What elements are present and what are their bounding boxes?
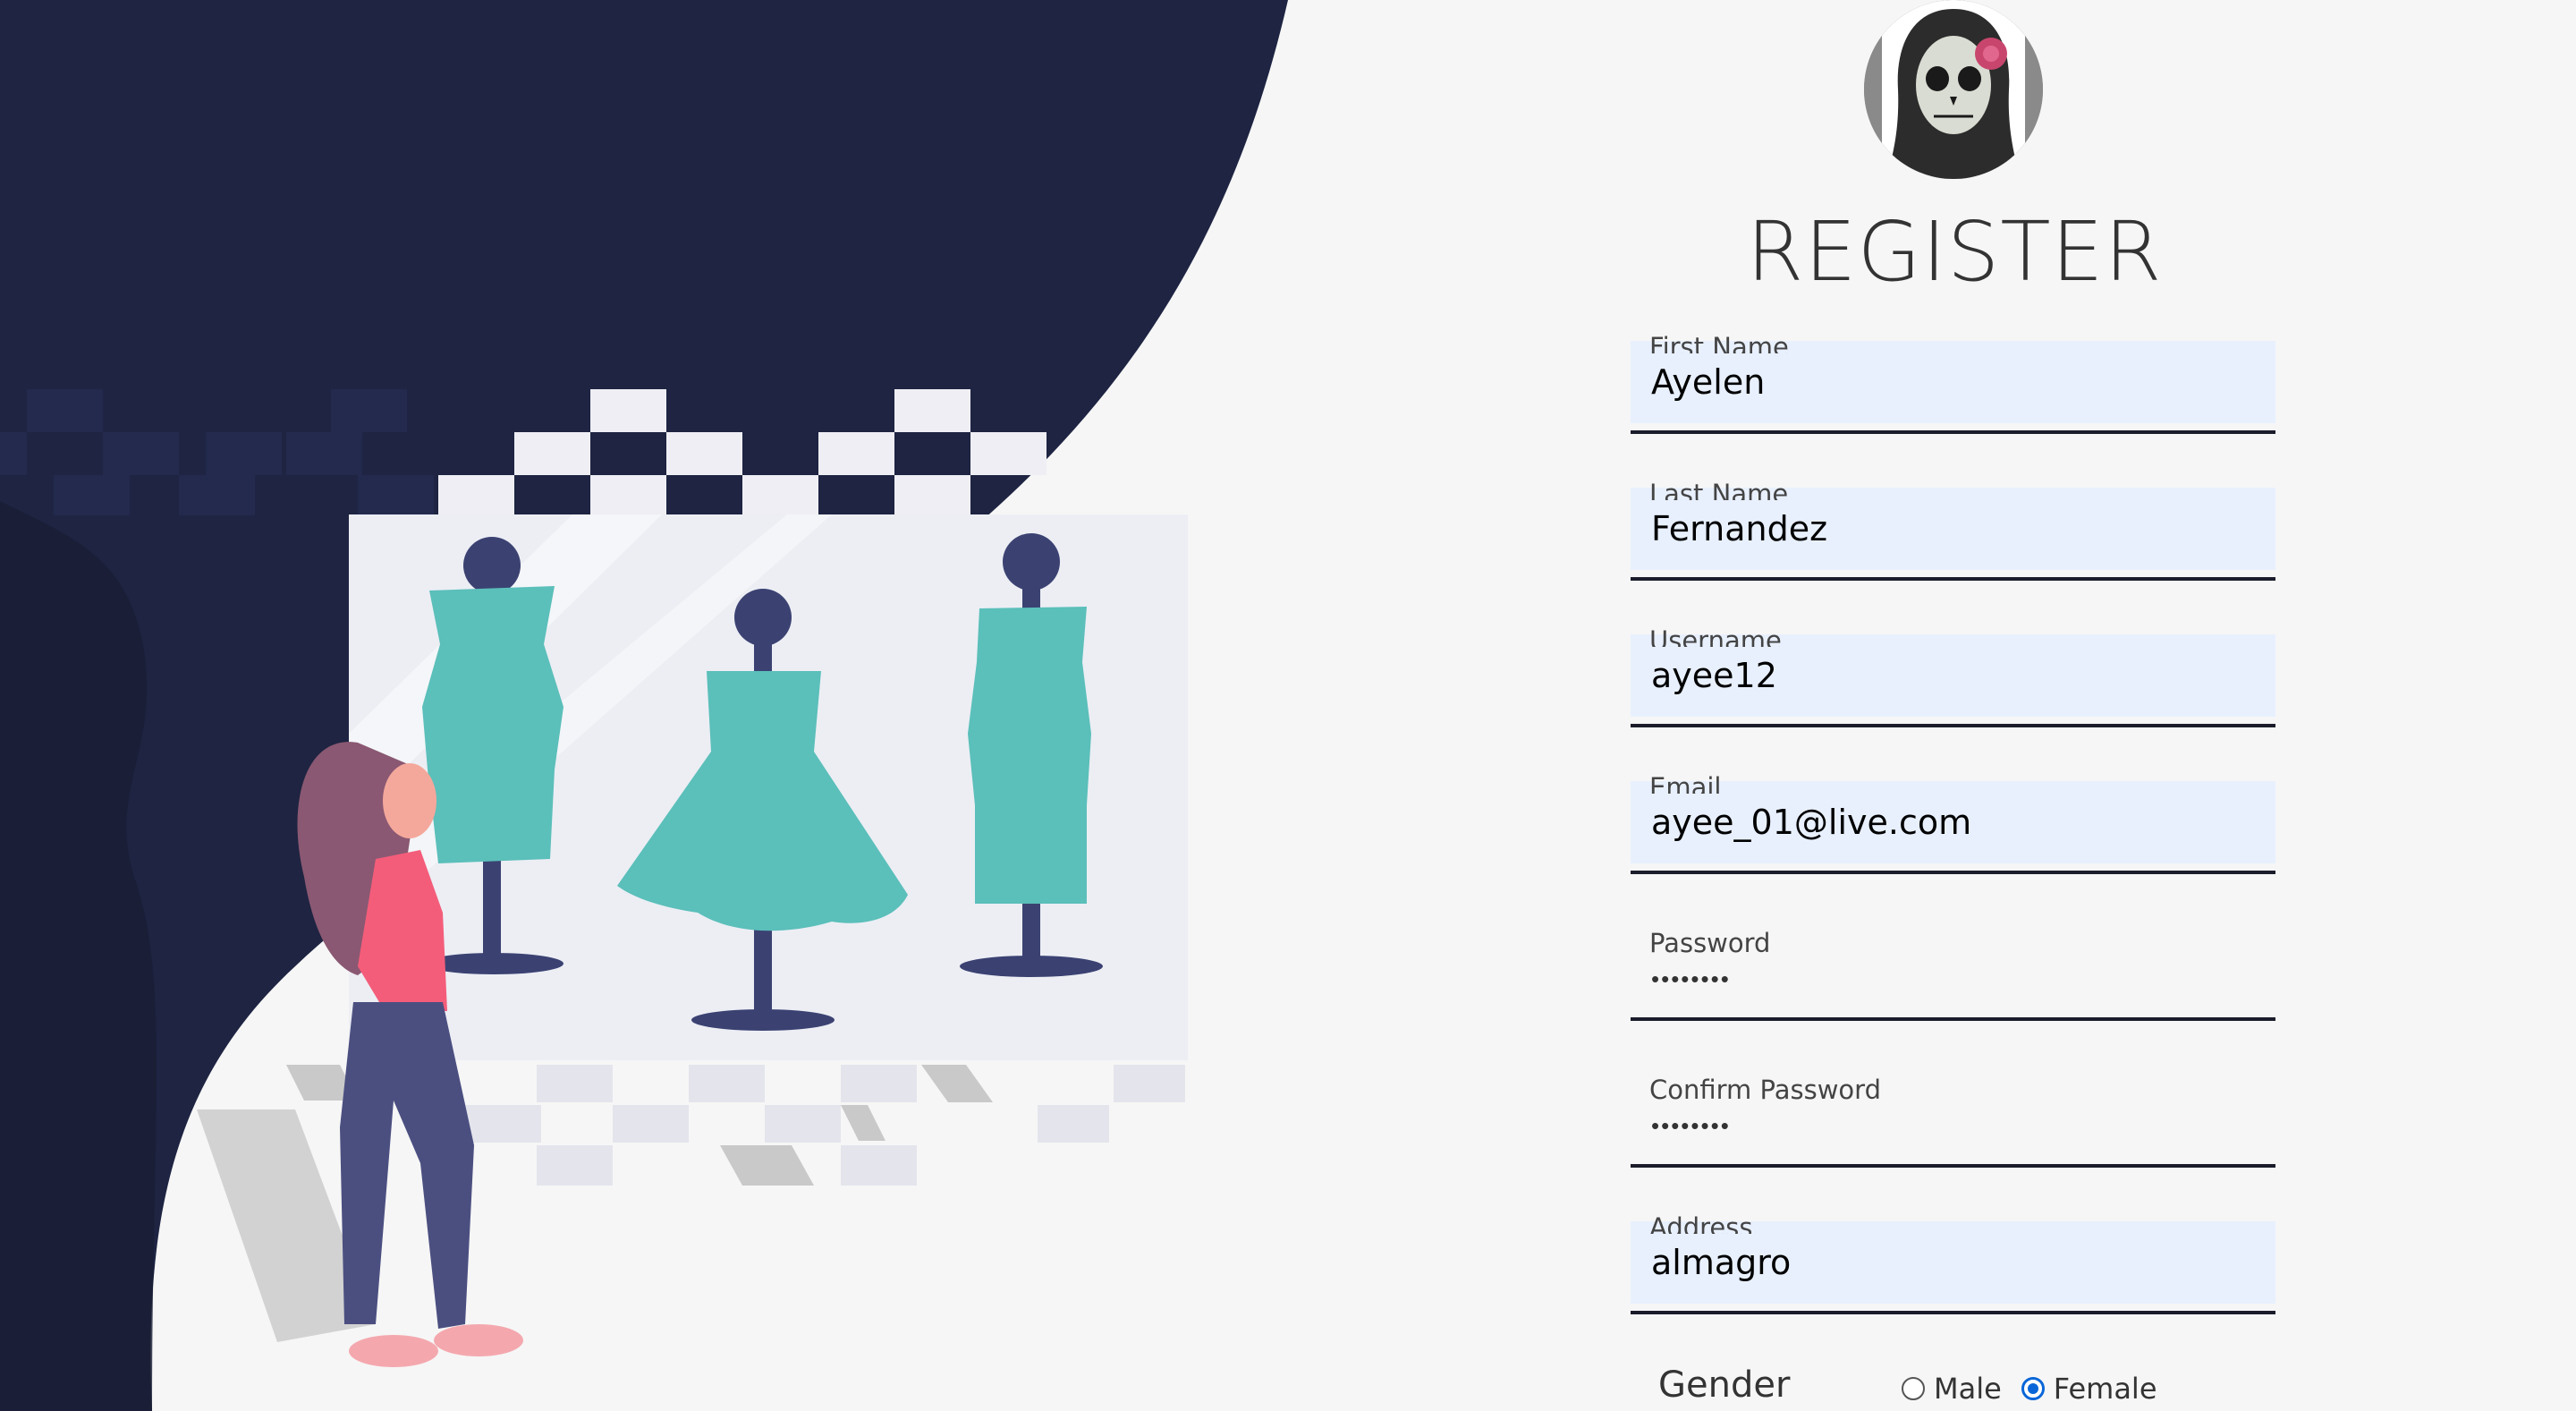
email-field[interactable]: Email ayee_01@live.com (1631, 772, 2275, 874)
first-name-label: First Name (1649, 332, 1789, 353)
username-field[interactable]: Username ayee12 (1631, 625, 2275, 727)
confirm-password-value[interactable]: •••••••• (1651, 1112, 1731, 1139)
avatar (1864, 0, 2043, 179)
last-name-value[interactable]: Fernandez (1651, 507, 1827, 550)
password-label: Password (1649, 928, 1771, 958)
address-value[interactable]: almagro (1651, 1241, 1791, 1284)
gender-female-label[interactable]: Female (2054, 1372, 2157, 1406)
address-label: Address (1649, 1212, 1753, 1234)
gender-label: Gender (1658, 1364, 1791, 1406)
first-name-value[interactable]: Ayelen (1651, 361, 1765, 404)
email-value[interactable]: ayee_01@live.com (1651, 801, 1971, 844)
gender-female-radio[interactable] (2021, 1377, 2045, 1400)
email-label: Email (1649, 772, 1722, 794)
gender-radio-group: Male Female (1902, 1372, 2177, 1406)
last-name-label: Last Name (1649, 479, 1789, 500)
page-title: REGISTER (1746, 204, 2163, 300)
sugar-skull-avatar-icon (1864, 0, 2043, 179)
confirm-password-label: Confirm Password (1649, 1075, 1881, 1105)
hero-illustration (0, 0, 1324, 1411)
first-name-field[interactable]: First Name Ayelen (1631, 332, 2275, 434)
confirm-password-field[interactable]: Confirm Password •••••••• (1631, 1075, 2275, 1168)
username-label: Username (1649, 625, 1782, 647)
gender-male-radio[interactable] (1902, 1377, 1925, 1400)
password-field[interactable]: Password •••••••• (1631, 928, 2275, 1021)
gender-male-label[interactable]: Male (1934, 1372, 2002, 1406)
password-value[interactable]: •••••••• (1651, 965, 1731, 992)
last-name-field[interactable]: Last Name Fernandez (1631, 479, 2275, 581)
address-field[interactable]: Address almagro (1631, 1212, 2275, 1314)
username-value[interactable]: ayee12 (1651, 654, 1777, 697)
